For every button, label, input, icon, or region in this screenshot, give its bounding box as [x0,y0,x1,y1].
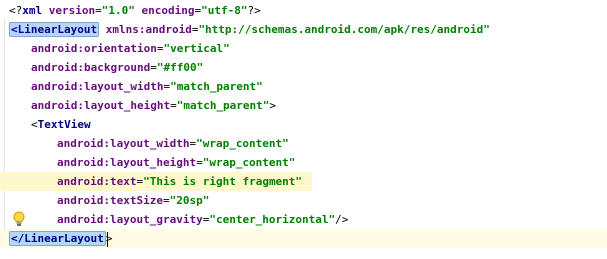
code-token: < [31,118,38,131]
code-line-text: android:text="This is right fragment" [57,172,302,191]
code-token: "This is right fragment" [143,175,303,188]
code-line-text: android:background="#ff00" [31,58,203,77]
code-line[interactable]: <LinearLayout xmlns:android="http://sche… [0,20,607,39]
code-line[interactable]: android:background="#ff00" [0,58,607,77]
matched-tag: <LinearLayout [9,22,100,37]
code-line-text: android:layout_height="wrap_content" [57,153,295,172]
code-token: "wrap_content" [202,156,296,169]
code-token: encoding [141,4,195,17]
code-token: "utf-8" [201,4,248,17]
code-token: "#ff00" [156,61,204,74]
code-line[interactable]: android:layout_width="match_parent" [0,77,607,96]
code-token: android:layout_height [57,156,197,169]
code-token: > [269,99,277,112]
code-token: android:layout_gravity [57,213,203,226]
code-line-text: android:layout_gravity="center_horizonta… [57,210,348,229]
code-token: "http://schemas.android.com/apk/res/andr… [198,23,490,36]
matched-tag: </LinearLayout [9,231,106,246]
code-token: ?> [247,4,261,17]
code-line-text: <LinearLayout xmlns:android="http://sche… [9,20,490,39]
code-token: TextView [37,118,91,131]
code-token: "match_parent" [176,99,270,112]
code-token: android:orientation [31,42,157,55]
code-line[interactable]: </LinearLayout > [0,229,607,248]
code-token: <? [9,4,23,17]
code-line[interactable]: android:text="This is right fragment" [0,172,312,191]
code-line[interactable]: android:layout_height="wrap_content" [0,153,607,172]
code-line[interactable]: <?xml version="1.0" encoding="utf-8"?> [0,1,607,20]
code-token: = [170,99,177,112]
code-token: "match_parent" [170,80,263,93]
text-caret [107,232,108,247]
code-token: android:layout_height [31,99,171,112]
code-token: xml [22,4,43,17]
code-token: "1.0" [101,4,135,17]
code-line[interactable]: android:layout_width="wrap_content" [0,134,607,153]
code-line[interactable]: android:layout_gravity="center_horizonta… [0,210,607,229]
code-token: android:textSize [57,194,163,207]
code-token: android:background [31,61,151,74]
code-line-text: android:layout_width="wrap_content" [57,134,289,153]
code-line[interactable]: <TextView [0,115,607,134]
code-line-text: android:textSize="20sp" [57,191,209,210]
code-line[interactable]: android:layout_height="match_parent"> [0,96,607,115]
code-line-text: android:layout_width="match_parent" [31,77,263,96]
code-token: "vertical" [163,42,230,55]
code-token: "wrap_content" [196,137,289,150]
code-token: /> [335,213,349,226]
code-token: android:layout_width [57,137,190,150]
code-token: "center_horizontal" [209,213,336,226]
code-token: = [150,61,157,74]
lightbulb-icon[interactable] [12,211,26,227]
code-token: android:text [57,175,137,188]
code-token: = [95,4,102,17]
code-token: "20sp" [169,194,210,207]
code-token: = [162,194,170,207]
code-line[interactable]: android:orientation="vertical" [0,39,607,58]
code-line-text: android:layout_height="match_parent"> [31,96,276,115]
code-token: android:layout_width [31,80,164,93]
code-line-text: </LinearLayout > [9,229,112,248]
code-line-text: <TextView [31,115,91,134]
code-line-text: <?xml version="1.0" encoding="utf-8"?> [9,1,261,20]
code-token: xmlns:android [105,23,192,36]
code-line[interactable]: android:textSize="20sp" [0,191,607,210]
code-token: = [196,156,203,169]
code-line-text: android:orientation="vertical" [31,39,230,58]
code-token: version [48,4,96,17]
